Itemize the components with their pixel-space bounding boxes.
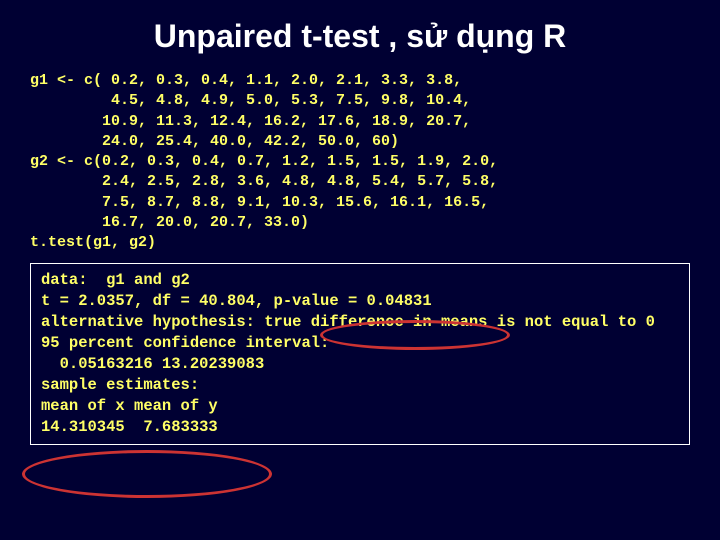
- r-output-box: data: g1 and g2 t = 2.0357, df = 40.804,…: [30, 263, 690, 444]
- means-highlight-ellipse: [22, 450, 272, 498]
- slide-title: Unpaired t-test , sử dụng R: [0, 0, 720, 71]
- r-code-block: g1 <- c( 0.2, 0.3, 0.4, 1.1, 2.0, 2.1, 3…: [0, 71, 720, 253]
